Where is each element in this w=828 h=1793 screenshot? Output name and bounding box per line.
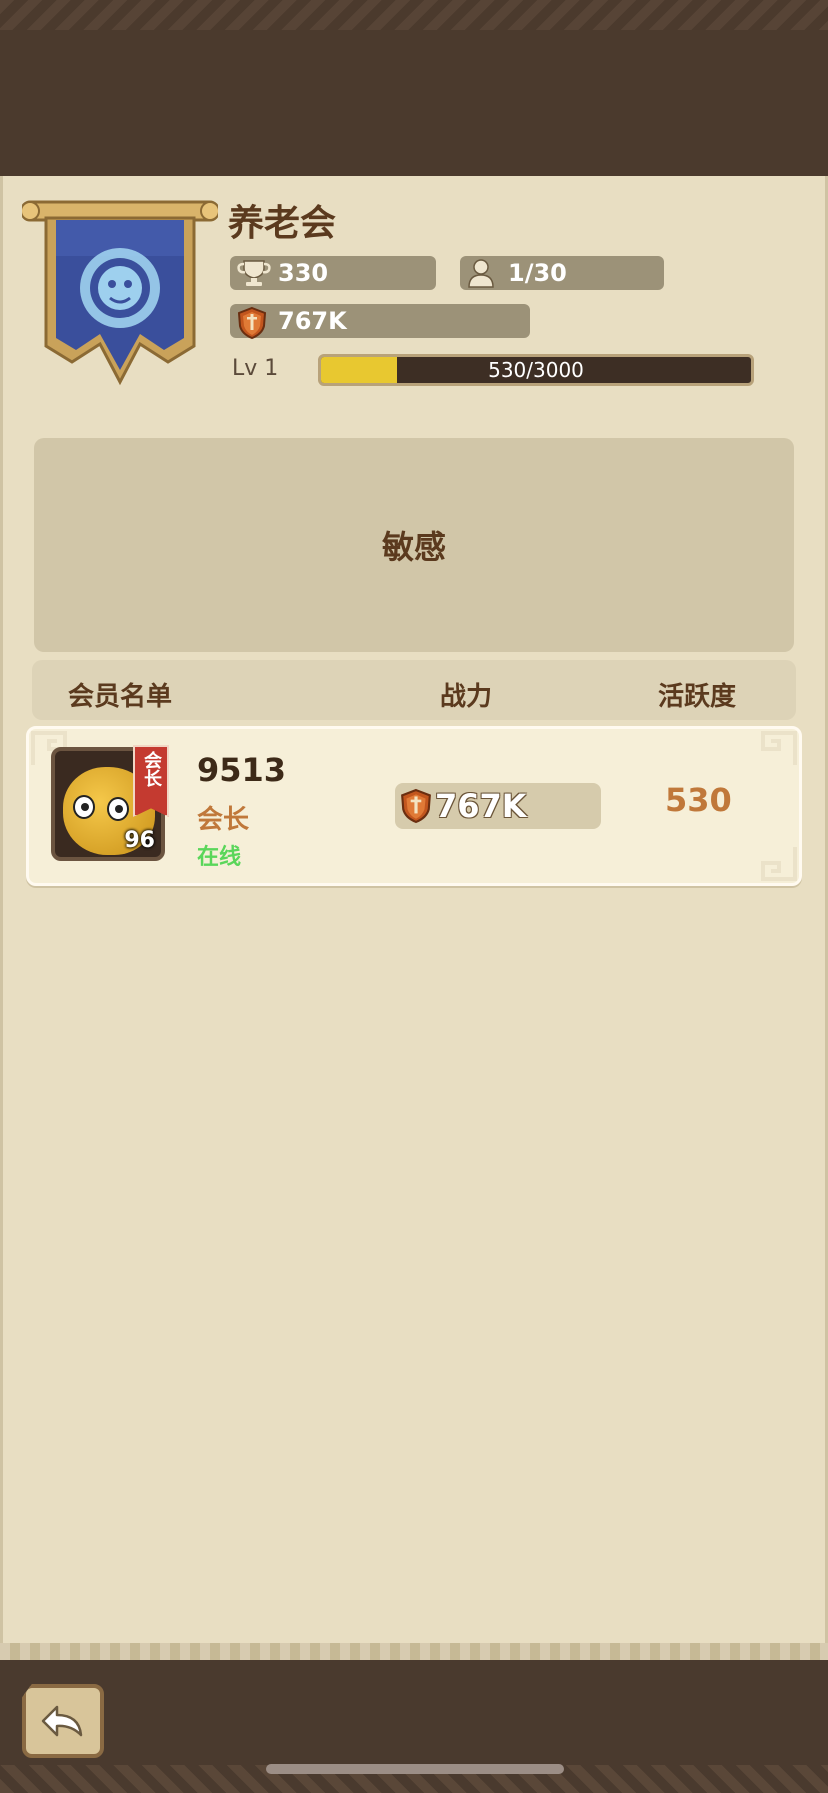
guild-xp-bar: 530/3000	[318, 354, 754, 386]
trophy-stat: 330	[230, 256, 436, 290]
member-power-value: 767K	[435, 787, 527, 825]
shield-sword-icon	[236, 306, 272, 340]
avatar-eye	[107, 797, 129, 821]
guild-xp-text: 530/3000	[488, 358, 584, 382]
trophy-value: 330	[278, 259, 329, 287]
top-border-pattern	[0, 0, 828, 30]
members-stat: 1/30	[460, 256, 664, 290]
avatar-level: 96	[124, 828, 155, 853]
member-power: 767K	[395, 783, 601, 829]
shield-sword-icon	[401, 788, 431, 824]
leader-badge: 会长	[133, 745, 169, 817]
header-power: 战力	[440, 682, 493, 712]
guild-emblem[interactable]	[20, 196, 220, 396]
power-stat: 767K	[230, 304, 530, 340]
members-value: 1/30	[508, 259, 567, 287]
guild-name: 养老会	[228, 203, 337, 244]
announcement-text: 敏感	[381, 528, 446, 566]
header-members: 会员名单	[68, 682, 173, 712]
guild-level-label: Lv 1	[232, 356, 279, 381]
member-role: 会长	[197, 805, 250, 835]
header-activity: 活跃度	[658, 682, 737, 712]
power-value: 767K	[278, 307, 347, 335]
member-table-header: 会员名单 战力 活跃度	[32, 660, 796, 720]
person-icon	[466, 258, 502, 288]
guild-announcement: 敏感	[34, 438, 794, 652]
top-band	[0, 0, 828, 176]
member-status: 在线	[197, 845, 242, 870]
back-arrow-icon	[41, 1705, 83, 1737]
avatar-eye	[73, 795, 95, 819]
member-name: 9513	[197, 751, 287, 789]
table-row[interactable]: 96 会长 9513 会长 在线 767K 530	[26, 726, 802, 886]
home-indicator	[266, 1764, 564, 1774]
corner-pattern-icon	[761, 847, 797, 881]
trophy-icon	[236, 258, 272, 288]
back-button[interactable]	[22, 1684, 104, 1758]
panel-bottom-edge	[0, 1643, 828, 1660]
guild-panel	[0, 176, 828, 1660]
member-activity: 530	[665, 781, 732, 819]
lion-banner-icon	[20, 200, 220, 386]
corner-pattern-icon	[761, 731, 797, 765]
